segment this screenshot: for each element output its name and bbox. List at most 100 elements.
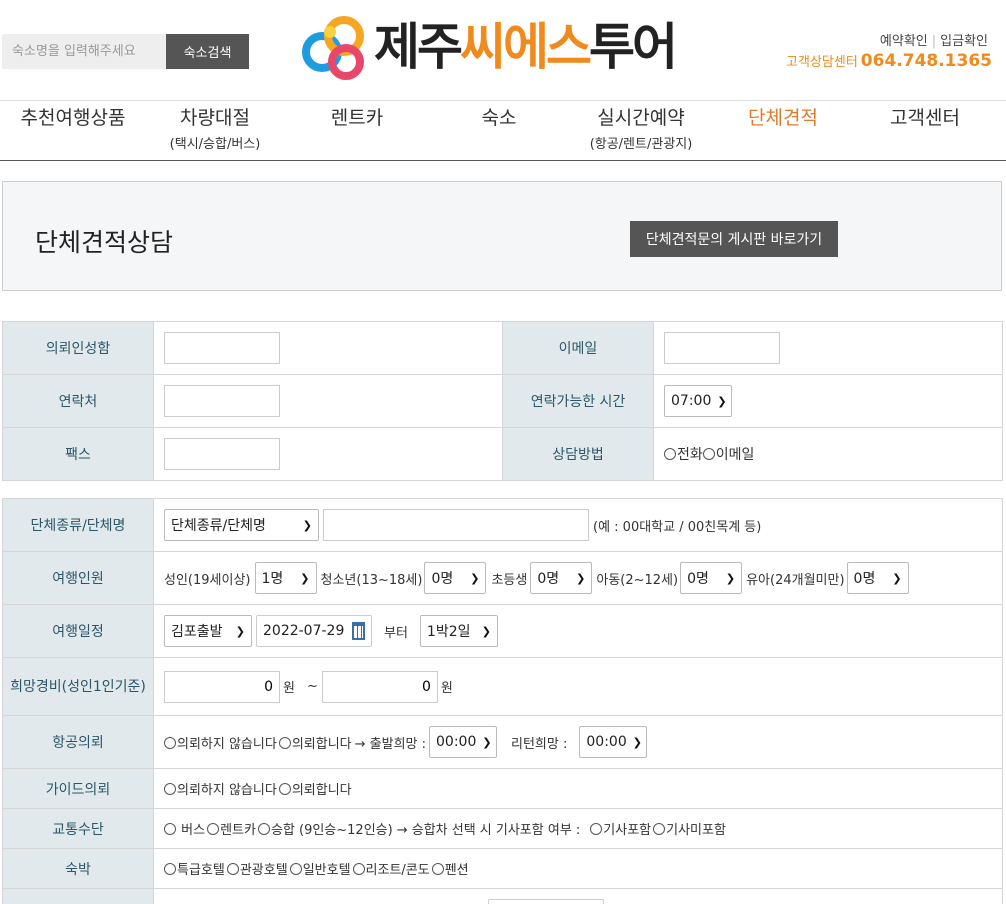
lodging-resort-radio[interactable]: 리조트/콘도 xyxy=(352,859,430,878)
requester-name-label: 의뢰인성함 xyxy=(2,321,154,375)
guide-request-label: 가이드의뢰 xyxy=(2,768,154,809)
chevron-down-icon: ❯ xyxy=(892,571,902,585)
transport-label: 교통수단 xyxy=(2,808,154,849)
lodging-search-input[interactable] xyxy=(2,34,166,69)
nav-group-quote[interactable]: 단체견적 xyxy=(748,105,818,131)
fax-label: 팩스 xyxy=(2,427,154,481)
elementary-label: 초등생 xyxy=(491,572,528,588)
chevron-down-icon: ❯ xyxy=(717,394,727,408)
flight-depart-time-select[interactable]: 00:00 ❯ xyxy=(429,726,498,758)
reservation-check-link[interactable]: 예약확인 xyxy=(880,34,928,49)
transport-bus-radio[interactable]: 버스 xyxy=(164,819,205,838)
group-type-select[interactable]: 단체종류/단체명 ❯ xyxy=(164,509,319,541)
lodging-search: 숙소검색 xyxy=(2,34,249,69)
chevron-down-icon: ❯ xyxy=(302,518,312,532)
elementary-count-select[interactable]: 0명 ❯ xyxy=(530,562,593,594)
flight-no-radio[interactable]: 의뢰하지 않습니다 xyxy=(164,733,277,752)
flight-return-text: 리턴희망 : xyxy=(511,736,568,752)
email-label: 이메일 xyxy=(502,321,654,375)
lodging-search-button[interactable]: 숙소검색 xyxy=(166,34,249,69)
adult-label: 성인(19세이상) xyxy=(164,572,251,588)
method-email-radio[interactable]: 이메일 xyxy=(702,447,754,463)
contact-time-select[interactable]: 07:00 ❯ xyxy=(664,385,732,417)
child-count-select[interactable]: 0명 ❯ xyxy=(680,562,743,594)
travel-date-input[interactable]: 2022-07-29 xyxy=(256,615,372,647)
flight-yes-radio[interactable]: 의뢰합니다 xyxy=(278,733,352,752)
deposit-check-link[interactable]: 입금확인 xyxy=(940,34,988,49)
contact-info-table: 의뢰인성함 이메일 연락처 연락가능한 시간 07:00 ❯ 팩스 상담방법 전화… xyxy=(2,321,1003,481)
customer-center-phone: 고객상담센터 064.748.1365 xyxy=(786,51,992,71)
next-row-control[interactable] xyxy=(488,899,604,904)
transport-rentcar-radio[interactable]: 렌트카 xyxy=(207,819,256,838)
top-links: 예약확인 | 입금확인 xyxy=(880,30,988,49)
infant-label: 유아(24개월미만) xyxy=(746,572,845,588)
requester-name-input[interactable] xyxy=(164,332,280,364)
lodging-luxury-radio[interactable]: 특급호텔 xyxy=(164,859,225,878)
driver-excluded-radio[interactable]: 기사미포함 xyxy=(653,819,726,838)
phone-number: 064.748.1365 xyxy=(860,51,992,71)
group-name-input[interactable] xyxy=(323,509,589,541)
main-nav: 추천여행상품 차량대절 (택시/승합/버스) 렌트카 숙소 실시간예약 (항공/… xyxy=(0,100,1006,161)
nav-recommended-trips[interactable]: 추천여행상품 xyxy=(21,105,126,131)
transport-van-radio[interactable]: 승합 (9인승~12인승) xyxy=(257,819,393,838)
page-title: 단체견적상담 xyxy=(35,228,174,257)
lodging-tourist-radio[interactable]: 관광호텔 xyxy=(226,859,288,878)
child-label: 아동(2~12세) xyxy=(596,572,679,588)
site-header: 숙소검색 제주씨에스투어 예약확인|입금확인 고객상담센터064.748.136… xyxy=(0,0,1006,100)
budget-min-input[interactable] xyxy=(164,670,280,703)
tilde-text: ~ xyxy=(306,679,318,694)
adult-count-select[interactable]: 1명 ❯ xyxy=(254,562,317,594)
group-details-table: 단체종류/단체명 단체종류/단체명 ❯ (예 : 00대학교 / 00친목계 등)… xyxy=(2,498,1003,904)
nav-customer-center[interactable]: 고객센터 xyxy=(890,105,960,131)
chevron-down-icon: ❯ xyxy=(481,624,491,638)
departure-select[interactable]: 김포출발 ❯ xyxy=(164,615,252,647)
won-unit: 원 xyxy=(440,681,453,696)
group-example-text: (예 : 00대학교 / 00친목계 등) xyxy=(593,519,762,535)
transport-note-text: → 승합차 선택 시 기사포함 여부 : xyxy=(396,823,581,838)
teen-count-select[interactable]: 0명 ❯ xyxy=(424,562,487,594)
chevron-down-icon: ❯ xyxy=(482,735,492,749)
travel-people-label: 여행인원 xyxy=(2,551,154,605)
guide-no-radio[interactable]: 의뢰하지 않습니다 xyxy=(164,779,277,798)
fax-input[interactable] xyxy=(164,438,280,470)
nav-vehicle-charter[interactable]: 차량대절 (택시/승합/버스) xyxy=(170,105,261,152)
won-unit: 원 xyxy=(283,681,295,696)
email-input[interactable] xyxy=(664,332,780,364)
guide-yes-radio[interactable]: 의뢰합니다 xyxy=(278,779,352,798)
logo-wordmark: 제주씨에스투어 xyxy=(374,18,678,76)
phone-label-cell: 연락처 xyxy=(2,374,154,428)
chevron-down-icon: ❯ xyxy=(235,624,245,638)
chevron-down-icon: ❯ xyxy=(576,571,586,585)
infant-count-select[interactable]: 0명 ❯ xyxy=(846,562,909,594)
travel-schedule-label: 여행일정 xyxy=(2,604,154,658)
lodging-general-radio[interactable]: 일반호텔 xyxy=(289,859,351,878)
page-title-box: 단체견적상담 단체견적문의 게시판 바로가기 xyxy=(2,181,1002,291)
contact-time-label: 연락가능한 시간 xyxy=(502,374,654,428)
nav-rent-car[interactable]: 렌트카 xyxy=(331,105,383,131)
budget-label: 희망경비(성인1인기준) xyxy=(2,657,154,716)
link-separator: | xyxy=(931,34,937,49)
chevron-down-icon: ❯ xyxy=(632,735,642,749)
nights-select[interactable]: 1박2일 ❯ xyxy=(419,615,498,647)
logo-emblem-icon xyxy=(302,16,364,80)
group-type-label: 단체종류/단체명 xyxy=(2,498,154,552)
chevron-down-icon: ❯ xyxy=(300,571,310,585)
phone-label: 고객상담센터 xyxy=(786,55,858,70)
lodging-label: 숙박 xyxy=(2,848,154,889)
flight-return-time-select[interactable]: 00:00 ❯ xyxy=(579,726,648,758)
chevron-down-icon: ❯ xyxy=(725,571,736,585)
chevron-down-icon: ❯ xyxy=(470,571,480,585)
lodging-pension-radio[interactable]: 펜션 xyxy=(431,859,469,878)
teen-label: 청소년(13~18세) xyxy=(320,572,423,588)
driver-included-radio[interactable]: 기사포함 xyxy=(590,819,651,838)
next-row-label xyxy=(2,888,154,904)
budget-max-input[interactable] xyxy=(321,670,438,703)
site-logo[interactable]: 제주씨에스투어 xyxy=(302,12,678,82)
group-quote-board-button[interactable]: 단체견적문의 게시판 바로가기 xyxy=(630,221,838,257)
nav-lodging[interactable]: 숙소 xyxy=(482,105,517,131)
from-text: 부터 xyxy=(384,625,408,641)
nav-realtime-booking[interactable]: 실시간예약 (항공/렌트/관광지) xyxy=(590,105,693,152)
method-phone-radio[interactable]: 전화 xyxy=(664,447,703,463)
calendar-icon[interactable] xyxy=(352,622,365,640)
phone-input[interactable] xyxy=(164,385,280,417)
